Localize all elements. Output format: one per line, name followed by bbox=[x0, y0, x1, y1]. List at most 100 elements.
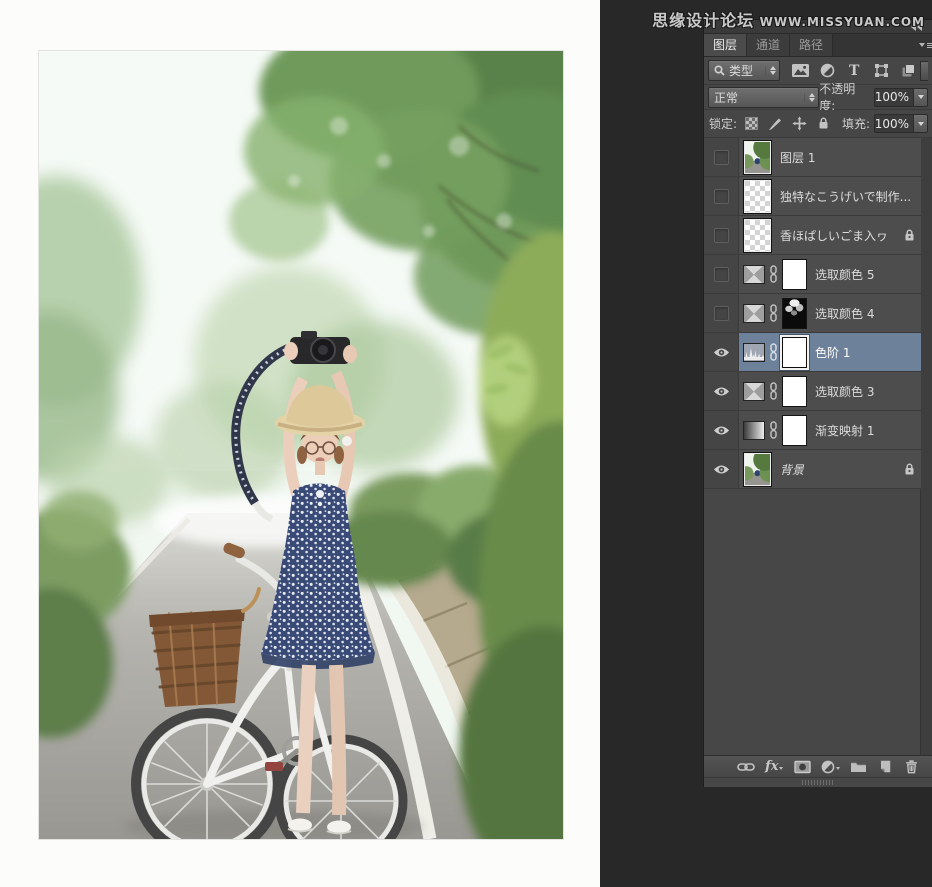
layer-name[interactable]: 渐变映射 1 bbox=[815, 422, 874, 439]
fx-icon: fx bbox=[765, 760, 778, 773]
layer-name[interactable]: 选取颜色 5 bbox=[815, 266, 874, 283]
chevron-down-icon bbox=[918, 122, 924, 129]
layers-panel: 图层 通道 路径 类型 T bbox=[704, 20, 932, 787]
opacity-label: 不透明度: bbox=[819, 80, 870, 114]
photo-image[interactable] bbox=[39, 51, 563, 839]
layer-row[interactable]: 选取颜色 4 bbox=[704, 294, 921, 333]
link-layers-button[interactable] bbox=[737, 758, 755, 776]
filter-toggle-switch[interactable] bbox=[920, 61, 928, 81]
lock-image-pixels-icon[interactable] bbox=[767, 116, 783, 131]
grip-icon bbox=[802, 780, 834, 785]
layer-row-selected[interactable]: 色阶 1 bbox=[704, 333, 921, 372]
layer-row[interactable]: 香ほぱしいごま入ヮ bbox=[704, 216, 921, 255]
tab-layers[interactable]: 图层 bbox=[704, 34, 747, 56]
link-mask-icon[interactable] bbox=[768, 343, 779, 361]
layers-panel-toolbar: fx bbox=[704, 755, 932, 777]
panel-gutter bbox=[920, 138, 932, 755]
layer-row[interactable]: 图层 1 bbox=[704, 138, 921, 177]
visibility-toggle[interactable] bbox=[704, 177, 739, 215]
visibility-toggle[interactable] bbox=[704, 372, 739, 410]
new-layer-button[interactable] bbox=[877, 758, 893, 776]
layer-row[interactable]: 选取颜色 3 bbox=[704, 372, 921, 411]
link-icon bbox=[737, 761, 755, 773]
lock-row: 锁定: 填充: 100% bbox=[704, 110, 932, 138]
watermark-url: WWW.MISSYUAN.COM bbox=[760, 15, 925, 29]
new-group-button[interactable] bbox=[850, 758, 867, 776]
pixel-layer-filter-icon[interactable] bbox=[791, 63, 809, 79]
layer-mask-thumbnail-selected[interactable] bbox=[783, 338, 806, 367]
layer-thumbnail[interactable] bbox=[744, 141, 771, 174]
visibility-toggle[interactable] bbox=[704, 216, 739, 254]
layer-row[interactable]: 独特なこうげいで制作... bbox=[704, 177, 921, 216]
tab-channels[interactable]: 通道 bbox=[747, 34, 790, 56]
layer-filter-row: 类型 T bbox=[704, 57, 932, 85]
tab-paths[interactable]: 路径 bbox=[790, 34, 833, 56]
add-layer-mask-button[interactable] bbox=[794, 758, 811, 776]
opacity-dropdown-button[interactable] bbox=[914, 88, 928, 107]
lock-label: 锁定: bbox=[709, 115, 737, 132]
visibility-toggle[interactable] bbox=[704, 450, 739, 488]
link-mask-icon[interactable] bbox=[768, 382, 779, 400]
visibility-toggle[interactable] bbox=[704, 294, 739, 332]
link-mask-icon[interactable] bbox=[768, 304, 779, 322]
layer-name[interactable]: 选取颜色 3 bbox=[815, 383, 874, 400]
type-layer-filter-icon[interactable]: T bbox=[845, 63, 863, 79]
layer-row[interactable]: 选取颜色 5 bbox=[704, 255, 921, 294]
layer-name[interactable]: 色阶 1 bbox=[815, 344, 850, 361]
visibility-toggle[interactable] bbox=[704, 138, 739, 176]
layer-name[interactable]: 背景 bbox=[780, 461, 804, 478]
layer-name[interactable]: 选取颜色 4 bbox=[815, 305, 874, 322]
blend-mode-dropdown[interactable]: 正常 bbox=[708, 87, 819, 108]
visibility-toggle[interactable] bbox=[704, 333, 739, 371]
layer-mask-thumbnail[interactable] bbox=[783, 260, 806, 289]
opacity-field[interactable]: 100% bbox=[874, 88, 914, 107]
filter-icon-group: T bbox=[791, 63, 917, 79]
layer-name[interactable]: 图层 1 bbox=[780, 149, 815, 166]
blend-mode-row: 正常 不透明度: 100% bbox=[704, 85, 932, 110]
layer-thumbnail[interactable] bbox=[744, 219, 771, 252]
layer-mask-thumbnail[interactable] bbox=[783, 377, 806, 406]
link-mask-icon[interactable] bbox=[768, 265, 779, 283]
layer-style-button[interactable]: fx bbox=[765, 758, 783, 776]
eye-icon bbox=[713, 425, 730, 436]
levels-adjustment-icon[interactable] bbox=[744, 344, 764, 361]
lock-position-icon[interactable] bbox=[791, 116, 807, 131]
eye-icon bbox=[713, 347, 730, 358]
link-mask-icon[interactable] bbox=[768, 421, 779, 439]
lock-all-icon[interactable] bbox=[815, 116, 831, 131]
filter-kind-dropdown[interactable]: 类型 bbox=[708, 60, 780, 81]
adjustment-layer-filter-icon[interactable] bbox=[818, 63, 836, 79]
visibility-hidden-icon bbox=[714, 267, 729, 282]
layer-row[interactable]: 渐变映射 1 bbox=[704, 411, 921, 450]
panel-menu-icon[interactable] bbox=[919, 40, 932, 50]
document-canvas-area[interactable] bbox=[0, 0, 600, 887]
filter-kind-label: 类型 bbox=[729, 62, 753, 79]
layer-mask-thumbnail[interactable] bbox=[783, 299, 806, 328]
lock-icon-group bbox=[743, 116, 831, 131]
visibility-hidden-icon bbox=[714, 306, 729, 321]
watermark-site: 思缘设计论坛 bbox=[652, 11, 754, 30]
smart-object-filter-icon[interactable] bbox=[899, 63, 917, 79]
panel-tab-bar: 图层 通道 路径 bbox=[704, 34, 932, 57]
layer-mask-thumbnail[interactable] bbox=[783, 416, 806, 445]
delete-layer-button[interactable] bbox=[903, 758, 919, 776]
lock-transparent-pixels-icon[interactable] bbox=[743, 116, 759, 131]
fill-dropdown-button[interactable] bbox=[914, 114, 928, 133]
gradient-map-adjustment-icon[interactable] bbox=[744, 422, 764, 439]
layer-thumbnail[interactable] bbox=[744, 453, 771, 486]
dropdown-spinner-icon bbox=[765, 66, 776, 75]
layer-thumbnail[interactable] bbox=[744, 180, 771, 213]
layer-name[interactable]: 独特なこうげいで制作... bbox=[780, 188, 911, 205]
shape-layer-filter-icon[interactable] bbox=[872, 63, 890, 79]
visibility-toggle[interactable] bbox=[704, 255, 739, 293]
fill-field[interactable]: 100% bbox=[874, 114, 914, 133]
folder-icon bbox=[850, 760, 867, 773]
selective-color-adjustment-icon[interactable] bbox=[744, 305, 764, 322]
selective-color-adjustment-icon[interactable] bbox=[744, 266, 764, 283]
new-adjustment-layer-button[interactable] bbox=[821, 758, 840, 776]
selective-color-adjustment-icon[interactable] bbox=[744, 383, 764, 400]
panel-resize-grip[interactable] bbox=[704, 777, 932, 787]
layer-row-background[interactable]: 背景 bbox=[704, 450, 921, 489]
visibility-toggle[interactable] bbox=[704, 411, 739, 449]
layer-name[interactable]: 香ほぱしいごま入ヮ bbox=[780, 227, 888, 244]
